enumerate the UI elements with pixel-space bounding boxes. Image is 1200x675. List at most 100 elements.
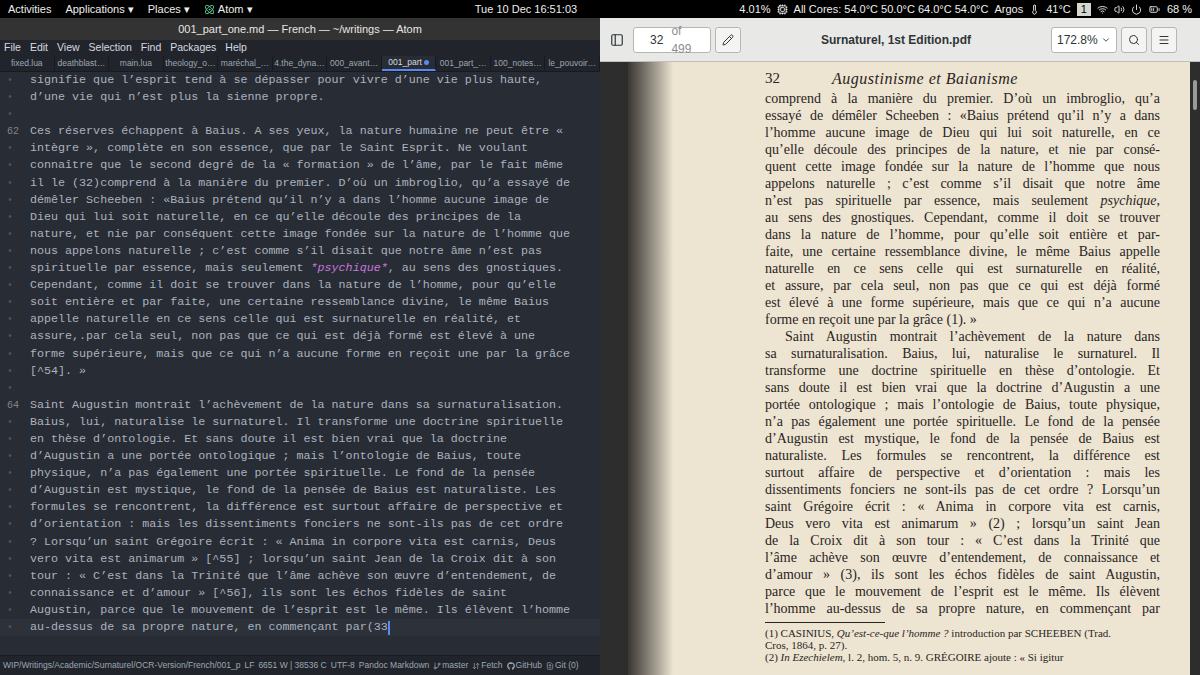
- search-button[interactable]: [1121, 27, 1147, 53]
- gutter-mark: •: [0, 89, 30, 106]
- editor-tab[interactable]: main.lua: [109, 56, 164, 71]
- editor-tab[interactable]: theology_o…: [164, 56, 219, 71]
- editor-line[interactable]: •? Lorsqu’un saint Grégoire écrit : « An…: [0, 534, 600, 551]
- page-line: d’Augustin est mystique, le fond de la p…: [765, 430, 1160, 447]
- menu-item[interactable]: Selection: [89, 40, 132, 56]
- branch[interactable]: master: [433, 659, 468, 672]
- wifi-icon[interactable]: [1097, 4, 1108, 15]
- editor-line[interactable]: •d’Augustin est mystique, le fond de la …: [0, 482, 600, 499]
- encoding[interactable]: UTF-8: [331, 659, 355, 672]
- title-bar: 001_part_one.md — French — ~/writings — …: [0, 18, 600, 40]
- top-menu[interactable]: Applications ▾: [65, 1, 133, 18]
- battery-icon[interactable]: [1148, 4, 1161, 15]
- editor-line[interactable]: •formules se rencontrent, la différence …: [0, 499, 600, 516]
- scrollbar[interactable]: [1190, 62, 1200, 675]
- battery-level[interactable]: 68 %: [1167, 1, 1192, 18]
- editor-line[interactable]: •: [0, 380, 600, 397]
- editor-tab[interactable]: 4.the_dyna…: [273, 56, 328, 71]
- git-button[interactable]: Git (0): [546, 659, 579, 672]
- branch-icon: [433, 662, 441, 670]
- editor-line[interactable]: •spirituelle par essence, mais seulement…: [0, 260, 600, 277]
- menu-item[interactable]: File: [4, 40, 21, 56]
- editor-line[interactable]: •d’Augustin a une portée ontologique ; m…: [0, 448, 600, 465]
- scrollbar-thumb[interactable]: [1193, 80, 1197, 110]
- editor-line[interactable]: •connaître que le second degré de la « f…: [0, 157, 600, 174]
- clock[interactable]: Tue 10 Dec 16:51:03: [475, 1, 577, 18]
- editor-line[interactable]: •démêler Scheeben : «Baius prétend qu’il…: [0, 192, 600, 209]
- gutter-mark: •: [0, 175, 30, 192]
- word-count[interactable]: 6651 W | 38536 C: [258, 659, 326, 672]
- editor-tab[interactable]: 100_notes…: [491, 56, 546, 71]
- editor-line[interactable]: •forme supérieure, mais que ce qui n’a a…: [0, 346, 600, 363]
- editor-text[interactable]: •signifie que l’esprit tend à se dépasse…: [0, 72, 600, 655]
- editor-line[interactable]: •[^54]. »: [0, 363, 600, 380]
- editor-tab[interactable]: maréchal_…: [218, 56, 273, 71]
- editor-line[interactable]: •intègre », complète en son essence, que…: [0, 140, 600, 157]
- menu-button[interactable]: [1151, 27, 1177, 53]
- editor-line[interactable]: •soit entière et par faite, une certaine…: [0, 294, 600, 311]
- page-line: comprend à la manière du premier. D’où u…: [765, 90, 1160, 107]
- editor-tab[interactable]: 001_part_…: [436, 56, 491, 71]
- gutter-mark: •: [0, 568, 30, 585]
- editor-line[interactable]: •signifie que l’esprit tend à se dépasse…: [0, 72, 600, 89]
- editor-line[interactable]: •Baius, lui, naturalise le surnaturel. I…: [0, 414, 600, 431]
- editor-line[interactable]: •tour : « C’est dans la Trinité que l’âm…: [0, 568, 600, 585]
- menu-item[interactable]: View: [57, 40, 80, 56]
- footnote-line: (2) In Ezechielem, l. 2, hom. 5, n. 9. G…: [765, 651, 1160, 663]
- editor-line[interactable]: 64Saint Augustin montrait l’achèvement d…: [0, 397, 600, 414]
- editor-line[interactable]: •assure,.par cela seul, non pas que ce q…: [0, 328, 600, 345]
- text-run: , l. 2, hom. 5, n. 9. GRÉGOIRE ajoute : …: [843, 651, 1064, 663]
- editor-line[interactable]: •nous appelons naturelle ; c’est comme s…: [0, 243, 600, 260]
- top-menu[interactable]: Atom ▾: [204, 1, 253, 18]
- menu-item[interactable]: Find: [141, 40, 161, 56]
- editor-line[interactable]: •Augustin, parce que le mouvement de l’e…: [0, 602, 600, 619]
- menu-item[interactable]: Edit: [30, 40, 48, 56]
- editor-tab[interactable]: fixed.lua: [0, 56, 55, 71]
- top-menu[interactable]: Places ▾: [148, 1, 190, 18]
- cpu-load[interactable]: 4.01%: [739, 1, 770, 18]
- editor-line[interactable]: •nature, et nie par conséquent cette ima…: [0, 226, 600, 243]
- editor-tab[interactable]: le_pouvoir…: [545, 56, 600, 71]
- github-button[interactable]: GitHub: [507, 659, 542, 672]
- page-line: d’amour » (3), ils sont les échos fidèle…: [765, 566, 1160, 583]
- sidebar-toggle[interactable]: [605, 27, 629, 53]
- annotate-button[interactable]: [715, 27, 741, 53]
- power-icon[interactable]: [1131, 4, 1142, 15]
- editor-tab[interactable]: 001_part: [382, 56, 437, 71]
- menu-item[interactable]: Help: [225, 40, 247, 56]
- editor-tab[interactable]: 000_avant…: [327, 56, 382, 71]
- page-entry[interactable]: 32of 499: [633, 27, 711, 53]
- workspace-indicator[interactable]: 1: [1077, 3, 1091, 16]
- editor-line[interactable]: •Cependant, comme il doit se trouver dan…: [0, 277, 600, 294]
- gutter-mark: •: [0, 363, 30, 380]
- page-line: naturelle en ce sens celle qui est surna…: [765, 260, 1160, 277]
- editor-line[interactable]: •connaissance et d’amour » [^56], ils so…: [0, 585, 600, 602]
- editor-line[interactable]: •en thèse d’ontologie. Et sans doute il …: [0, 431, 600, 448]
- editor-line[interactable]: •au-dessus de sa propre nature, en comme…: [0, 619, 600, 636]
- gutter-mark: •: [0, 72, 30, 89]
- editor-line[interactable]: •d’orientation : mais les dissentiments …: [0, 516, 600, 533]
- volume-icon[interactable]: [1114, 4, 1125, 15]
- editor-line[interactable]: •: [0, 106, 600, 123]
- grammar[interactable]: Pandoc Markdown: [359, 659, 429, 672]
- editor-line[interactable]: •appelle naturelle en ce sens celle qui …: [0, 311, 600, 328]
- file-path[interactable]: WIP/Writings/Academic/Surnaturel/OCR-Ver…: [3, 659, 240, 672]
- editor-line[interactable]: •Dieu qui lui soit naturelle, en ce qu’e…: [0, 209, 600, 226]
- editor-line[interactable]: •d’une vie qui n’est plus la sienne prop…: [0, 89, 600, 106]
- menu-item[interactable]: Packages: [170, 40, 216, 56]
- editor-tab[interactable]: deathblast…: [55, 56, 110, 71]
- argos[interactable]: Argos: [994, 1, 1023, 18]
- line-ending[interactable]: LF: [244, 659, 254, 672]
- editor-line[interactable]: •vero vita est animarum » [^55] ; lorsqu…: [0, 551, 600, 568]
- gpu-temp[interactable]: 41°C: [1046, 1, 1071, 18]
- editor-line[interactable]: •il le (32)comprend à la manière du prem…: [0, 175, 600, 192]
- cpu-icon: [777, 4, 788, 15]
- zoom-select[interactable]: 172.8%: [1051, 27, 1117, 53]
- gutter-mark: •: [0, 243, 30, 260]
- gutter-mark: •: [0, 431, 30, 448]
- editor-line[interactable]: •physique, n’a pas également une portée …: [0, 465, 600, 482]
- fetch-button[interactable]: Fetch: [472, 659, 502, 672]
- temperatures[interactable]: All Cores: 54.0°C 50.0°C 64.0°C 54.0°C: [794, 1, 989, 18]
- editor-line[interactable]: 62Ces réserves échappent à Baius. A ses …: [0, 123, 600, 140]
- activities-button[interactable]: Activities: [8, 1, 51, 18]
